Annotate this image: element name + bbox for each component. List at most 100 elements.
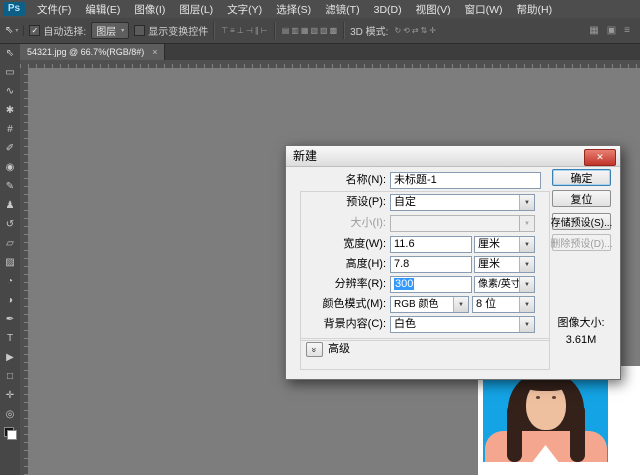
eyedropper-tool-icon[interactable]: ✐ (0, 139, 20, 158)
show-transform-label: 显示变换控件 (148, 23, 208, 38)
name-input[interactable]: 未标题-1 (390, 172, 541, 189)
menu-item-4[interactable]: 文字(Y) (220, 4, 269, 16)
dodge-tool-icon[interactable]: ◑ (0, 291, 20, 310)
3d-drag-icon[interactable]: ⇄ (412, 26, 419, 35)
hand-tool-icon[interactable]: ✛ (0, 386, 20, 405)
background-value: 白色 (391, 317, 519, 332)
align-right-edges-icon[interactable]: ⊢ (261, 26, 268, 35)
menu-item-1[interactable]: 编辑(E) (78, 4, 127, 16)
distribute-center-icon[interactable]: ▨ (320, 26, 328, 35)
options-bar-right-icons: ▦ ▣ ≡ (588, 25, 635, 36)
menu-item-8[interactable]: 视图(V) (409, 4, 458, 16)
color-swatches[interactable] (4, 427, 17, 440)
3d-scale-icon[interactable]: ✛ (429, 26, 436, 35)
menu-item-7[interactable]: 3D(D) (367, 4, 409, 16)
align-bottom-edges-icon[interactable]: ⊥ (237, 26, 244, 35)
3d-rotate-icon[interactable]: ↻ (394, 26, 401, 35)
brush-tool-icon[interactable]: ✎ (0, 177, 20, 196)
eraser-tool-icon[interactable]: ▱ (0, 234, 20, 253)
close-tab-icon[interactable]: × (152, 47, 157, 57)
pen-tool-icon[interactable]: ✒ (0, 310, 20, 329)
background-dropdown[interactable]: 白色 ▼ (390, 316, 535, 333)
align-top-edges-icon[interactable]: ⊤ (221, 26, 228, 35)
color-mode-label: 颜色模式(M): (286, 296, 386, 313)
distribute-right-icon[interactable]: ▩ (330, 26, 338, 35)
distribute-left-icon[interactable]: ▧ (310, 26, 318, 35)
preset-dropdown[interactable]: 自定 ▼ (390, 194, 535, 211)
width-input[interactable]: 11.6 (390, 236, 472, 253)
align-left-edges-icon[interactable]: ⊣ (246, 26, 253, 35)
reset-button[interactable]: 复位 (552, 190, 611, 207)
advanced-expander-button[interactable]: » (306, 342, 323, 357)
healing-brush-tool-icon[interactable]: ◉ (0, 158, 20, 177)
ok-button[interactable]: 确定 (552, 169, 611, 186)
3d-roll-icon[interactable]: ⟲ (403, 26, 410, 35)
resolution-input[interactable]: 300 (390, 276, 472, 293)
advanced-label: 高级 (328, 342, 350, 357)
auto-select-label: 自动选择: (43, 23, 86, 38)
dialog-title-bar[interactable]: 新建 ✕ (286, 146, 620, 167)
menu-item-0[interactable]: 文件(F) (30, 4, 78, 16)
photoshop-window: Ps 文件(F)编辑(E)图像(I)图层(L)文字(Y)选择(S)滤镜(T)3D… (0, 0, 640, 475)
distribute-top-icon[interactable]: ▤ (282, 26, 290, 35)
menu-item-3[interactable]: 图层(L) (172, 4, 220, 16)
resolution-unit-dropdown[interactable]: 像素/英寸 ▼ (474, 276, 535, 293)
path-selection-tool-icon[interactable]: ▶ (0, 348, 20, 367)
menu-item-9[interactable]: 窗口(W) (458, 4, 510, 16)
save-preset-button[interactable]: 存储预设(S)... (552, 213, 611, 230)
3d-mode-label: 3D 模式: (350, 23, 388, 38)
resolution-label: 分辨率(R): (286, 276, 386, 293)
menu-item-10[interactable]: 帮助(H) (510, 4, 560, 16)
width-unit-dropdown[interactable]: 厘米 ▼ (474, 236, 535, 253)
photo-hair-right-shape (570, 404, 585, 462)
size-dropdown: ▼ (390, 215, 535, 232)
background-color-swatch[interactable] (7, 430, 17, 440)
move-tool-icon[interactable]: ⇖ (0, 44, 20, 63)
gradient-tool-icon[interactable]: ▨ (0, 253, 20, 272)
show-transform-checkbox[interactable]: 显示变换控件 (134, 23, 208, 38)
height-input[interactable]: 7.8 (390, 256, 472, 273)
align-horizontal-centers-icon[interactable]: ∥ (255, 26, 259, 35)
auto-select-checkbox[interactable]: ✓ 自动选择: (29, 23, 86, 38)
document-tab-title: 54321.jpg @ 66.7%(RGB/8#) (27, 47, 144, 57)
menu-list-icon[interactable]: ≡ (624, 25, 630, 36)
auto-select-target-dropdown[interactable]: 图层 ▾ (91, 22, 129, 39)
width-unit-value: 厘米 (475, 237, 519, 252)
distribute-vertical-icon[interactable]: ▥ (291, 26, 299, 35)
document-white-area (478, 366, 640, 475)
menu-bar: Ps 文件(F)编辑(E)图像(I)图层(L)文字(Y)选择(S)滤镜(T)3D… (0, 0, 640, 19)
blur-tool-icon[interactable]: ◔ (0, 272, 20, 291)
type-tool-icon[interactable]: T (0, 329, 20, 348)
color-depth-dropdown[interactable]: 8 位 ▼ (472, 296, 535, 313)
new-document-dialog: 新建 ✕ 名称(N): 未标题-1 预设(P): 自定 ▼ 大小(I): ▼ (285, 145, 621, 380)
crop-tool-icon[interactable]: # (0, 120, 20, 139)
photo-hair-left-shape (507, 404, 522, 462)
move-tool-icon: ⇖ (5, 25, 13, 36)
history-brush-tool-icon[interactable]: ↺ (0, 215, 20, 234)
shape-tool-icon[interactable]: □ (0, 367, 20, 386)
chevron-down-icon: ▼ (519, 277, 534, 292)
current-tool-preset[interactable]: ⇖ ▾ (5, 25, 24, 36)
marquee-tool-icon[interactable]: ▭ (0, 63, 20, 82)
dialog-close-button[interactable]: ✕ (584, 149, 616, 166)
delete-preset-button: 删除预设(D)... (552, 234, 611, 251)
menu-item-2[interactable]: 图像(I) (127, 4, 172, 16)
panel-toggle-icon[interactable]: ▣ (607, 25, 616, 36)
clone-stamp-tool-icon[interactable]: ♟ (0, 196, 20, 215)
chevron-double-icon: » (309, 347, 319, 352)
menu-item-6[interactable]: 滤镜(T) (318, 4, 366, 16)
workspace-grid-icon[interactable]: ▦ (589, 25, 598, 36)
document-tab[interactable]: 54321.jpg @ 66.7%(RGB/8#) × (20, 44, 165, 60)
menu-item-5[interactable]: 选择(S) (269, 4, 318, 16)
color-depth-value: 8 位 (473, 297, 519, 312)
color-mode-dropdown[interactable]: RGB 颜色 ▼ (390, 296, 469, 313)
align-vertical-centers-icon[interactable]: ≡ (230, 26, 235, 35)
zoom-tool-icon[interactable]: ◎ (0, 405, 20, 424)
quick-selection-tool-icon[interactable]: ✱ (0, 101, 20, 120)
chevron-down-icon: ▼ (519, 297, 534, 312)
distribute-bottom-icon[interactable]: ▦ (301, 26, 309, 35)
lasso-tool-icon[interactable]: ∿ (0, 82, 20, 101)
3d-slide-icon[interactable]: ⇅ (421, 26, 428, 35)
auto-select-value: 图层 (96, 23, 116, 38)
height-unit-dropdown[interactable]: 厘米 ▼ (474, 256, 535, 273)
